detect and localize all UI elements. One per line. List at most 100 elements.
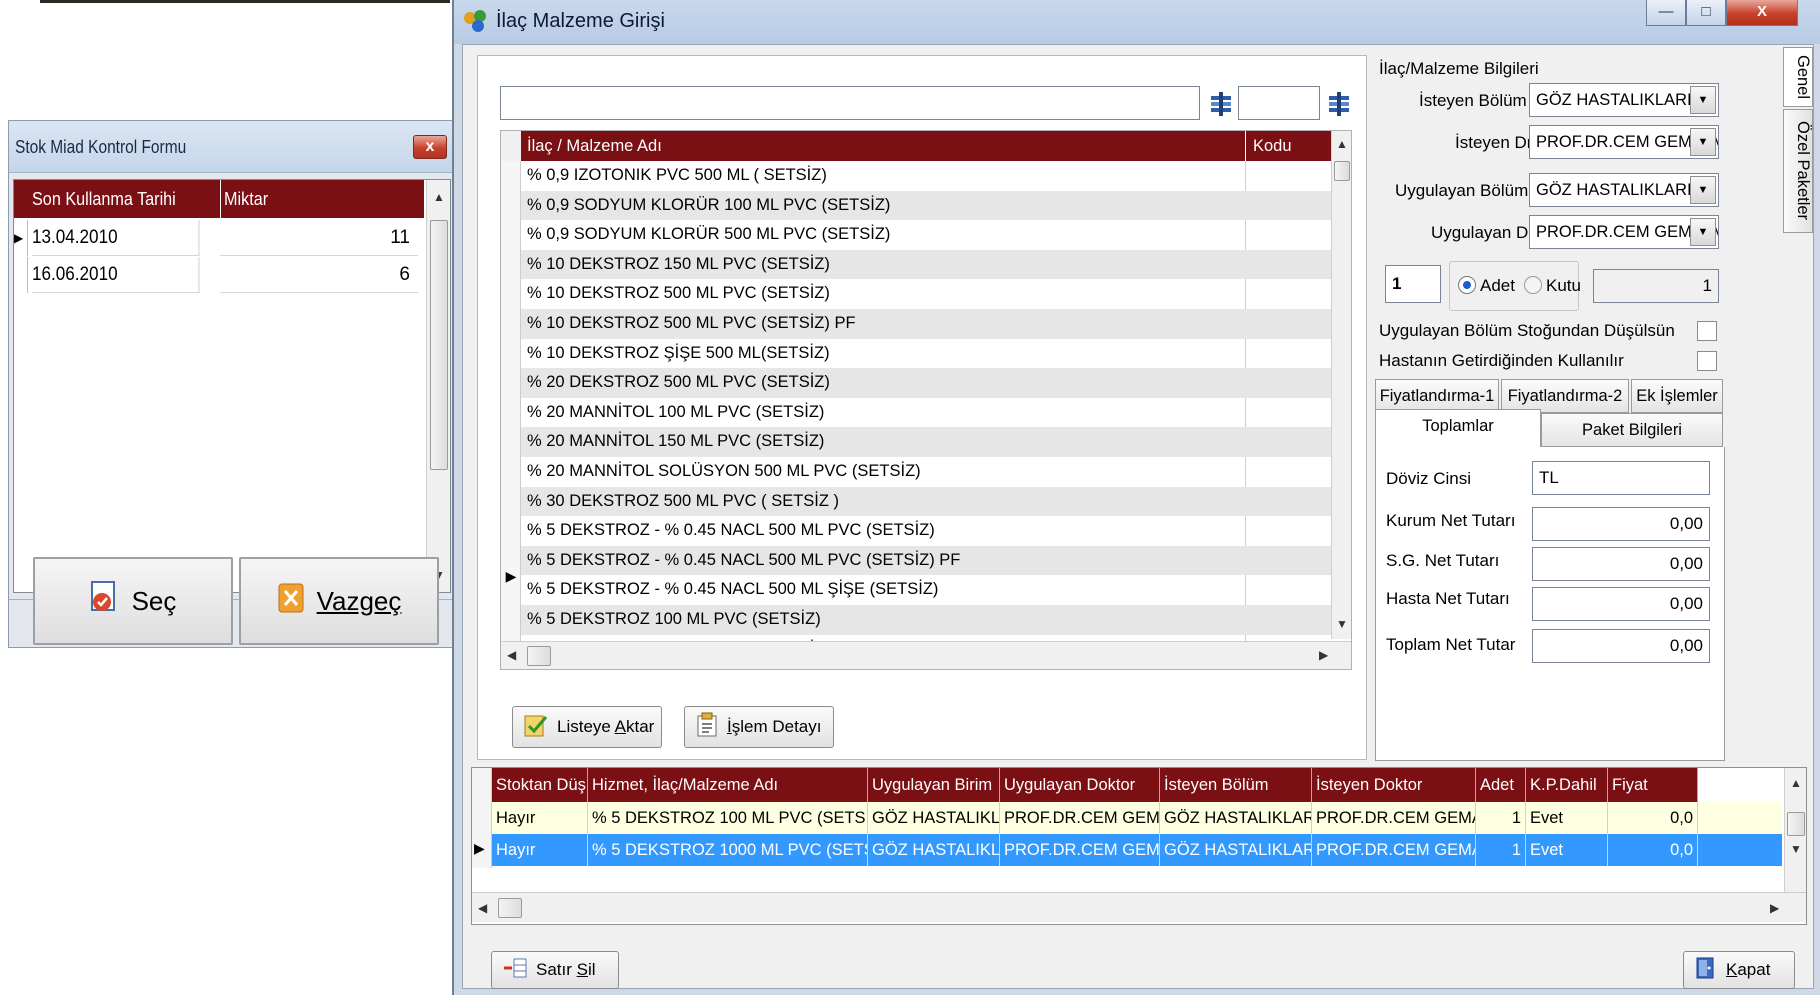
hscroll-thumb[interactable] [527,646,551,666]
scroll-up-icon[interactable]: ▲ [427,190,451,204]
chevron-down-icon[interactable]: ▼ [1690,86,1716,114]
close-icon[interactable]: X [1726,0,1798,26]
column-header-drug-name[interactable]: İlaç / Malzeme Adı [527,131,662,161]
tab-package-info[interactable]: Paket Bilgileri [1541,413,1723,447]
scroll-left-icon[interactable]: ◀ [478,901,487,915]
scroll-down-icon[interactable]: ▼ [1785,842,1807,856]
hscroll-thumb[interactable] [498,898,522,918]
chevron-down-icon[interactable]: ▼ [1690,128,1716,156]
delete-row-button[interactable]: Satır Sil [491,951,619,989]
selected-item-row[interactable]: Hayır% 5 DEKSTROZ 1000 ML PVC (SETSİZ) GÖ… [492,834,1782,866]
scroll-right-icon[interactable]: ▶ [1770,901,1779,915]
grid-cell: % 5 DEKSTROZ 1000 ML PVC (SETSİZ) [588,834,868,866]
tab-totals[interactable]: Toplamlar [1375,409,1541,449]
cancel-button[interactable]: Vazgeç [239,557,439,645]
scroll-right-icon[interactable]: ▶ [1319,648,1328,662]
selected-item-row[interactable]: Hayır% 5 DEKSTROZ 100 ML PVC (SETSİZ) GÖZ… [492,802,1782,834]
selected-items-vscrollbar[interactable]: ▲ ▼ [1784,768,1806,892]
column-header[interactable]: Adet [1476,768,1526,802]
scroll-left-icon[interactable]: ◀ [507,648,516,662]
maximize-icon[interactable]: □ [1686,0,1726,26]
expiry-grid[interactable]: Son Kullanma Tarihi Miktar ▶ 13.04.2010 … [13,179,451,593]
drug-list-item[interactable]: % 20 DEKSTROZ 500 ML PVC (SETSİZ) [521,368,1331,398]
institution-net-label: Kurum Net Tutarı [1386,511,1516,530]
requesting-dr-select[interactable]: PROF.DR.CEM GEMALMAZ ▼ [1529,125,1719,159]
column-header-code[interactable]: Kodu [1253,131,1292,161]
tab-special-packages[interactable]: Özel Paketler [1783,109,1813,233]
patient-net-input[interactable]: 0,00 [1532,587,1710,621]
drug-list-item[interactable]: % 20 MANNİTOL 100 ML PVC (SETSİZ) [521,398,1331,428]
expiry-grid-scrollbar[interactable]: ▲ ▼ [426,180,450,592]
unit-kutu-radio[interactable] [1524,276,1542,294]
drug-list-item[interactable]: % 5 DEKSTROZ - % 0.45 NACL 500 ML ŞİŞE (… [521,575,1331,605]
drug-list-item[interactable]: % 0,9 SODYUM KLORÜR 100 ML PVC (SETSİZ) [521,190,1331,221]
drug-list-item[interactable]: % 30 DEKSTROZ 500 ML PVC ( SETSİZ ) [521,486,1331,517]
chevron-down-icon[interactable]: ▼ [1690,218,1716,246]
scroll-thumb[interactable] [430,220,448,470]
column-header-expiry-date[interactable]: Son Kullanma Tarihi [32,180,176,218]
close-button[interactable]: Kapat [1683,951,1795,989]
column-header[interactable]: İsteyen Doktor [1312,768,1476,802]
applying-dr-select[interactable]: PROF.DR.CEM GEMALMAZ ▼ [1529,215,1719,249]
institution-net-input[interactable]: 0,00 [1532,507,1710,541]
tab-general[interactable]: Genel [1783,47,1813,107]
drug-list-item[interactable]: % 5 DEKSTROZ - % 0.45 NACL 500 ML PVC (S… [521,545,1331,576]
process-detail-button[interactable]: İşlem Detayı [684,706,834,748]
selected-items-grid[interactable]: Stoktan Düş Hizmet, İlaç/Malzeme Adı Uygul… [471,767,1807,925]
quantity-readonly: 1 [1593,269,1719,303]
drug-list-header: İlaç / Malzeme Adı Kodu [501,131,1331,161]
scroll-down-icon[interactable]: ▼ [1332,617,1352,631]
grid-cell: 1 [1476,802,1526,834]
drug-search-input[interactable] [500,86,1200,120]
drug-list-grid[interactable]: İlaç / Malzeme Adı Kodu ▶ % 0,9 IZOTONIK… [500,130,1352,670]
patient-brought-checkbox[interactable] [1697,351,1717,371]
add-to-list-button[interactable]: Listeye Aktar [512,706,662,748]
stock-close-button[interactable]: x [413,135,447,159]
column-header[interactable]: Uygulayan Doktor [1000,768,1160,802]
drug-list-item[interactable]: % 0,9 IZOTONIK PVC 500 ML ( SETSİZ) [521,161,1331,191]
scroll-thumb[interactable] [1334,161,1350,181]
grid-cell: Evet [1526,802,1608,834]
column-header[interactable]: Hizmet, İlaç/Malzeme Adı [588,768,868,802]
drug-list-hscrollbar[interactable]: ◀ ▶ [501,641,1351,669]
column-header[interactable]: Uygulayan Birim [868,768,1000,802]
drug-list-item[interactable]: % 20 MANNİTOL SOLÜSYON 500 ML PVC (SETSİ… [521,457,1331,487]
drug-list-item[interactable]: % 0,9 SODYUM KLORÜR 500 ML PVC (SETSİZ) [521,220,1331,250]
sg-net-input[interactable]: 0,00 [1532,547,1710,581]
filter-icon[interactable] [1208,90,1234,116]
requesting-dept-select[interactable]: GÖZ HASTALIKLARI ▼ [1529,83,1719,117]
chevron-down-icon[interactable]: ▼ [1690,176,1716,204]
drug-list-item[interactable]: % 5 DEKSTROZ 100 ML PVC (SETSİZ) [521,604,1331,635]
total-net-label: Toplam Net Tutar [1386,635,1516,654]
drug-code-input[interactable] [1238,86,1320,120]
scroll-up-icon[interactable]: ▲ [1332,137,1352,151]
scroll-up-icon[interactable]: ▲ [1785,776,1807,790]
column-header[interactable]: Fiyat [1608,768,1698,802]
drug-list-vscrollbar[interactable]: ▲ ▼ [1331,131,1351,639]
quantity-input[interactable]: 1 [1385,265,1441,303]
filter-code-icon[interactable] [1326,90,1352,116]
tab-pricing-2[interactable]: Fiyatlandırma-2 [1501,379,1629,413]
tab-pricing-1[interactable]: Fiyatlandırma-1 [1375,379,1499,413]
scroll-thumb[interactable] [1787,812,1805,836]
drug-list-item[interactable]: % 10 DEKSTROZ 500 ML PVC (SETSİZ) PF [521,308,1331,339]
drug-list-item[interactable]: % 10 DEKSTROZ ŞİŞE 500 ML(SETSİZ) [521,339,1331,369]
grid-cell: GÖZ HASTALIKLARI [1160,834,1312,866]
minimize-icon[interactable]: — [1646,0,1686,26]
drug-list-item[interactable]: % 5 DEKSTROZ - % 0.45 NACL 500 ML PVC (S… [521,516,1331,546]
drug-list-item[interactable]: % 20 MANNİTOL 150 ML PVC (SETSİZ) [521,427,1331,457]
unit-adet-radio[interactable] [1458,276,1476,294]
applying-dept-select[interactable]: GÖZ HASTALIKLARI ▼ [1529,173,1719,207]
currency-input[interactable]: TL [1532,461,1710,495]
column-header-quantity[interactable]: Miktar [224,180,268,218]
column-header[interactable]: İsteyen Bölüm [1160,768,1312,802]
select-button[interactable]: Seç [33,557,233,645]
drug-list-item[interactable]: % 10 DEKSTROZ 150 ML PVC (SETSİZ) [521,249,1331,280]
column-header[interactable]: K.P.Dahil [1526,768,1608,802]
stock-deduct-checkbox[interactable] [1697,321,1717,341]
total-net-input[interactable]: 0,00 [1532,629,1710,663]
column-header[interactable]: Stoktan Düş [492,768,588,802]
selected-items-hscrollbar[interactable]: ◀ ▶ [472,892,1806,922]
tab-extra-operations[interactable]: Ek İşlemler [1631,379,1723,413]
drug-list-item[interactable]: % 10 DEKSTROZ 500 ML PVC (SETSİZ) [521,279,1331,309]
